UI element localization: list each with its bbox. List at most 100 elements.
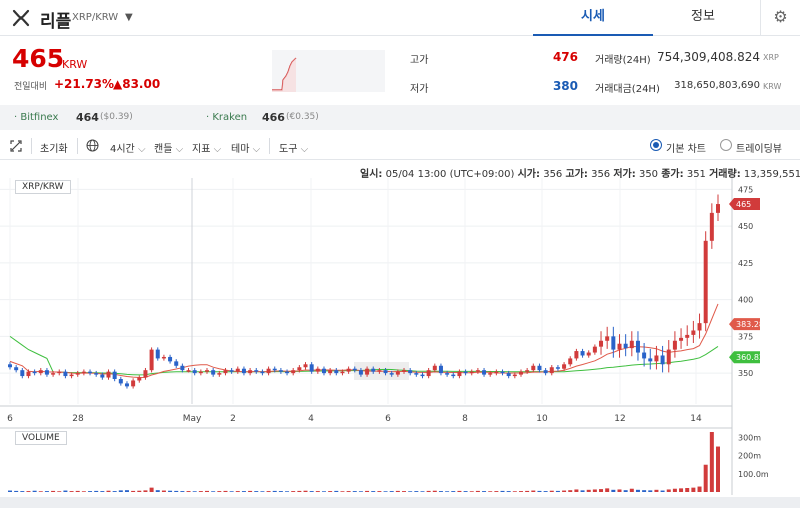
volume-bar (217, 491, 222, 492)
candle-body (94, 373, 99, 375)
volume-bar (143, 490, 148, 492)
candle-body (414, 373, 419, 375)
volume-bar (303, 490, 308, 492)
candle-dropdown[interactable]: 캔들 ⌵ (154, 140, 183, 155)
candle-body (112, 371, 117, 380)
candle-body (525, 370, 530, 372)
tradingview-label[interactable]: 트레이딩뷰 (736, 140, 782, 155)
expand-icon[interactable] (10, 140, 22, 152)
candle-body (623, 343, 628, 349)
volume-bar (168, 490, 173, 492)
candle-body (389, 373, 394, 375)
candle-body (81, 371, 86, 374)
tab-info[interactable]: 정보 (643, 0, 763, 36)
candle-body (438, 365, 443, 374)
volume-bar (38, 491, 43, 492)
candle-body (44, 370, 49, 375)
price-chart[interactable]: 350 375 400 425 450 475 6 28 May 2 4 6 8 10 12 14 100.… (0, 178, 800, 508)
candle-body (278, 370, 283, 372)
volume-bar (229, 491, 234, 492)
basic-chart-radio[interactable] (650, 139, 662, 151)
ma-long-tag: 360.82 (736, 353, 764, 362)
candle-body (198, 371, 203, 374)
volume-bar (63, 490, 68, 492)
bottom-scroll-strip (0, 497, 800, 508)
tools-dropdown[interactable]: 도구 ⌵ (279, 140, 308, 155)
volume-bar (555, 490, 560, 492)
gear-icon[interactable]: ⚙ (760, 0, 800, 36)
tab-quote[interactable]: 시세 (533, 0, 653, 36)
low-label: 저가 (410, 84, 429, 95)
volume-bar (537, 490, 542, 492)
candle-body (445, 373, 450, 375)
price-unit: KRW (62, 58, 88, 71)
volume-bar (285, 491, 290, 492)
indicator-label: 지표 (192, 144, 211, 155)
change-amount: ▲83.00 (113, 77, 161, 91)
volume-bar (137, 490, 142, 492)
candle-body (155, 349, 160, 359)
volume-bar (334, 490, 339, 492)
candle-body (568, 358, 573, 365)
volume-bar (278, 491, 283, 492)
volume-bar (629, 488, 634, 492)
candle-body (629, 340, 634, 349)
candle-body (475, 370, 480, 372)
chevron-down-icon[interactable]: ▼ (125, 12, 133, 23)
candle-body (685, 334, 690, 338)
candle-body (494, 371, 499, 374)
volume-bar (568, 490, 573, 492)
candle-body (248, 370, 253, 374)
volume-bar (180, 491, 185, 492)
volume-bar (291, 491, 296, 492)
volume-bar (174, 490, 179, 492)
candle-body (402, 370, 407, 372)
candle-body (617, 343, 622, 350)
candle-body (488, 373, 493, 375)
price-tick-label: 350 (738, 369, 753, 378)
volume-bar (377, 491, 382, 492)
candle-body (32, 371, 37, 374)
volume-bar (512, 491, 517, 492)
mini-sparkline-chart (272, 50, 385, 92)
volume-bar (297, 490, 302, 492)
reset-button[interactable]: 초기화 (40, 140, 68, 155)
volume-bar (155, 490, 160, 492)
candle-body (143, 370, 148, 378)
price-tick-label: 475 (738, 185, 753, 194)
volume-bar (402, 491, 407, 492)
toolbar-divider (269, 138, 270, 154)
volume-bar (426, 490, 431, 492)
candle-body (457, 371, 462, 377)
candle-body (500, 371, 505, 374)
volume-bar (463, 491, 468, 492)
time-tick-label: 4 (308, 414, 314, 424)
interval-dropdown[interactable]: 4시간 ⌵ (110, 140, 146, 155)
candle-body (426, 370, 431, 377)
volume-bar (580, 490, 585, 492)
candle-body (635, 340, 640, 353)
time-tick-label: May (183, 414, 202, 424)
indicator-dropdown[interactable]: 지표 ⌵ (192, 140, 221, 155)
candle-body (586, 352, 591, 356)
volume-bar (562, 490, 567, 492)
volume-bar (697, 486, 702, 492)
volume-bar (26, 491, 31, 492)
volume-bar (211, 491, 216, 492)
volume-bars (8, 432, 720, 492)
theme-dropdown[interactable]: 테마 ⌵ (231, 140, 260, 155)
volume-bar (586, 489, 591, 492)
globe-icon[interactable] (86, 139, 99, 152)
candle-body (352, 368, 357, 371)
candle-body (211, 370, 216, 375)
basic-chart-label[interactable]: 기본 차트 (666, 140, 706, 155)
candle-body (592, 346, 597, 353)
exchange-name-kraken: · Kraken (206, 112, 248, 123)
candle-body (562, 364, 567, 369)
time-tick-label: 2 (230, 414, 236, 424)
tradingview-radio[interactable] (720, 139, 732, 151)
candle-body (340, 371, 345, 374)
volume-bar (660, 490, 665, 492)
volume-bar (321, 491, 326, 492)
candle-body (709, 212, 714, 241)
